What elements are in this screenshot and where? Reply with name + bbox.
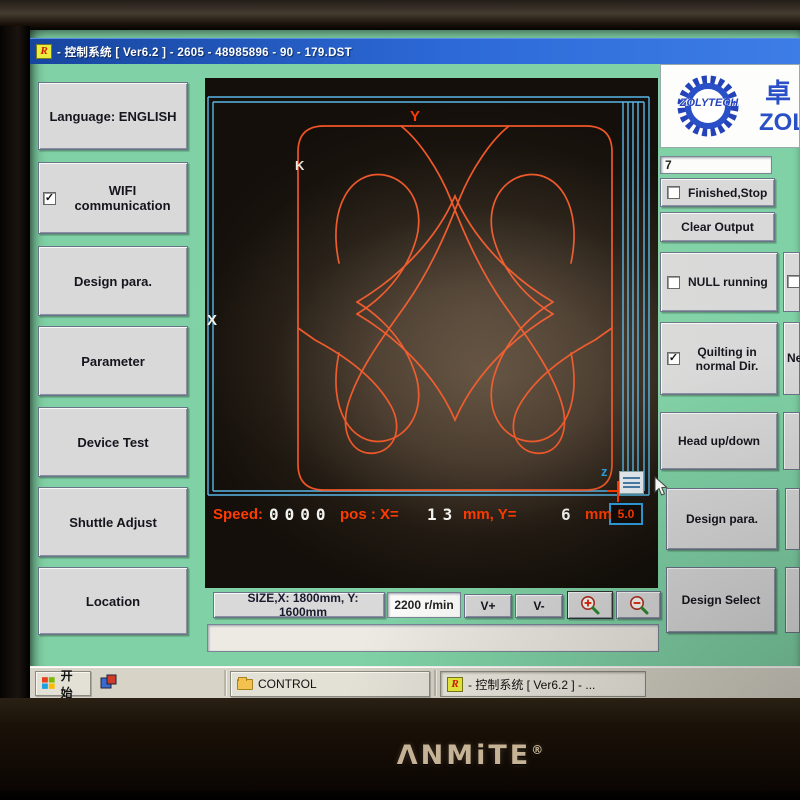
pos-x-unit: mm, Y= (463, 506, 517, 523)
clipped-panel-label: Ne (787, 351, 800, 365)
head-updown-label: Head up/down (678, 434, 760, 448)
axis-label-x: X (207, 312, 217, 329)
wifi-checkbox[interactable]: ✓ (43, 192, 56, 205)
folder-icon (237, 679, 253, 690)
location-button[interactable]: Location (38, 567, 188, 635)
head-updown-button[interactable]: Head up/down (660, 412, 778, 470)
quilting-direction-label: Quilting in normal Dir. (687, 345, 767, 373)
axis-label-y: Y (410, 108, 420, 125)
monitor-photo: ΛNMiTE® R - 控制系统 [ Ver6.2 ] - 2605 - 489… (0, 0, 800, 800)
parameter-button[interactable]: Parameter (38, 326, 188, 396)
speed-plus-label: V+ (480, 599, 495, 613)
taskbar-item-app-label: - 控制系统 [ Ver6.2 ] - ... (468, 676, 595, 693)
start-button[interactable]: 开始 (35, 671, 91, 696)
start-button-label: 开始 (61, 667, 84, 699)
quilting-direction-checkbox[interactable]: ✓ (667, 352, 680, 365)
clipped-checkbox[interactable] (787, 275, 800, 288)
brand-text: ΛNMiTE (397, 740, 531, 771)
design-select-label: Design Select (682, 593, 761, 607)
status-bar (207, 624, 659, 652)
quilting-direction-panel[interactable]: ✓ Quilting in normal Dir. (660, 322, 778, 395)
finished-stop-label: Finished,Stop (688, 186, 767, 200)
rpm-field[interactable]: 2200 r/min (387, 592, 461, 618)
design-para-sidebar-button[interactable]: Design para. (38, 246, 188, 316)
null-running-panel[interactable]: NULL running (660, 252, 778, 312)
monitor-bezel-left (0, 26, 30, 706)
clipped-panel-4[interactable] (785, 488, 800, 550)
screen: R - 控制系统 [ Ver6.2 ] - 2605 - 48985896 - … (30, 30, 800, 698)
logo-partial-text: ZOL (759, 109, 800, 137)
window-title-bar[interactable]: R - 控制系统 [ Ver6.2 ] - 2605 - 48985896 - … (30, 38, 800, 64)
language-button-label: Language: ENGLISH (49, 109, 176, 124)
scale-value-box: 5.0 (609, 503, 643, 525)
counter-field[interactable]: 7 (660, 156, 772, 174)
finished-stop-checkbox[interactable] (667, 186, 680, 199)
axis-label-z: z (601, 464, 608, 479)
pos-y-unit: mm (585, 506, 612, 523)
zoom-in-button[interactable] (567, 591, 613, 619)
design-para-sidebar-label: Design para. (74, 274, 152, 289)
clipped-panel-1[interactable] (783, 252, 800, 312)
clipped-panel-2[interactable]: Ne (783, 322, 800, 395)
null-running-checkbox[interactable] (667, 276, 680, 289)
counter-value: 7 (665, 158, 672, 172)
speed-label: Speed: (213, 506, 263, 523)
wifi-communication-button[interactable]: ✓ WIFI communication (38, 162, 188, 234)
windows-flag-icon (42, 677, 56, 690)
logo-gear-text: ZOLYTECH (665, 97, 753, 109)
speed-minus-label: V- (533, 599, 544, 613)
design-select-button[interactable]: Design Select (666, 567, 776, 633)
taskbar-app-r-icon: R (447, 677, 463, 692)
taskbar-item-app[interactable]: R - 控制系统 [ Ver6.2 ] - ... (440, 671, 646, 697)
clipped-panel-3[interactable] (783, 412, 800, 470)
monitor-brand-logo: ΛNMiTE® (0, 740, 800, 771)
device-test-button[interactable]: Device Test (38, 407, 188, 477)
device-test-button-label: Device Test (77, 435, 148, 450)
axis-label-k: K (295, 158, 304, 173)
shuttle-adjust-button[interactable]: Shuttle Adjust (38, 487, 188, 557)
brand-reg-mark: ® (531, 743, 543, 757)
clear-output-button[interactable]: Clear Output (660, 212, 775, 242)
taskbar-separator-2 (434, 670, 436, 696)
quick-launch-icon[interactable] (100, 674, 117, 691)
pos-label: pos : X= (340, 506, 399, 523)
clipped-panel-5[interactable] (785, 567, 800, 633)
zoom-out-icon (628, 594, 650, 616)
finished-stop-panel[interactable]: Finished,Stop (660, 178, 775, 207)
size-readout: SIZE,X: 1800mm, Y: 1600mm (213, 592, 385, 618)
clear-output-label: Clear Output (681, 220, 754, 234)
design-para-label: Design para. (686, 512, 758, 526)
scale-value: 5.0 (618, 507, 635, 521)
size-readout-label: SIZE,X: 1800mm, Y: 1600mm (222, 591, 384, 619)
shuttle-adjust-button-label: Shuttle Adjust (69, 515, 157, 530)
null-running-label: NULL running (688, 275, 768, 289)
language-button[interactable]: Language: ENGLISH (38, 82, 188, 150)
taskbar: 开始 CONTROL R - 控制系统 [ Ver6.2 ] - ... (30, 666, 800, 698)
pos-y-value: 6 (561, 505, 577, 524)
monitor-bezel-top (0, 0, 800, 30)
zoom-out-button[interactable] (616, 591, 661, 619)
logo-cjk-char: 卓 (765, 73, 791, 110)
taskbar-item-control-label: CONTROL (258, 677, 317, 691)
design-preview-canvas[interactable]: Y K X z 5.0 Speed: 0000 pos : X= 13 mm, … (205, 78, 658, 588)
wifi-button-label: WIFI communication (62, 183, 183, 213)
z-slider-grip-icon[interactable] (619, 471, 644, 494)
quilting-pattern (298, 126, 612, 490)
zoom-in-icon (579, 594, 601, 616)
desk-shadow (0, 790, 800, 800)
speed-minus-button[interactable]: V- (515, 594, 563, 618)
speed-plus-button[interactable]: V+ (464, 594, 512, 618)
window-title: - 控制系统 [ Ver6.2 ] - 2605 - 48985896 - 90… (57, 44, 352, 60)
design-para-button[interactable]: Design para. (666, 488, 778, 550)
app-r-icon: R (36, 44, 52, 59)
pos-x-value: 13 (427, 505, 458, 524)
speed-value: 0000 (269, 505, 332, 524)
mouse-cursor-icon (654, 476, 669, 497)
zolytech-logo-box: ZOLYTECH 卓 ZOL (660, 64, 800, 148)
taskbar-item-control[interactable]: CONTROL (230, 671, 430, 697)
location-button-label: Location (86, 594, 140, 609)
parameter-button-label: Parameter (81, 354, 145, 369)
taskbar-separator (224, 670, 226, 696)
rpm-value: 2200 r/min (394, 598, 453, 612)
